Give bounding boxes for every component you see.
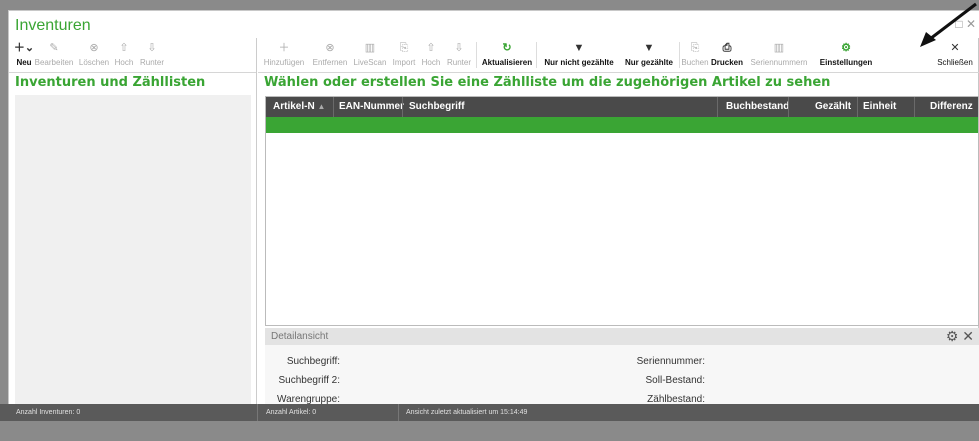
book-button[interactable]: ⎘ Buchen (681, 41, 709, 67)
close-icon[interactable]: ✕ (962, 328, 974, 344)
right-toolbar: ＋ Hinzufügen ⊗ Entfernen ▥ LiveScan ⎘ Im… (258, 38, 979, 73)
left-toolbar: ＋⌄ Neu ✎ Bearbeiten ⊗ Löschen ⇧ Hoch ⇩ R… (9, 38, 256, 73)
barcode-icon: ▥ (364, 42, 376, 54)
col-header-difference[interactable]: Differenz (930, 101, 973, 115)
status-inventory-count: Anzahl Inventuren: 0 (16, 409, 81, 416)
field-label-serial-number: Seriennummer: (636, 356, 705, 367)
barcode-icon: ▥ (773, 42, 785, 54)
detail-controls: ⚙ ✕ (946, 328, 974, 345)
printer-icon: ⎙ (722, 42, 732, 54)
up-button[interactable]: ⇧ Hoch (112, 41, 136, 67)
detail-title: Detailansicht (271, 331, 329, 342)
column-divider (402, 97, 403, 117)
col-header-article-number[interactable]: Artikel-N ▲ (273, 101, 325, 115)
refresh-button[interactable]: ↻ Aktualisieren (479, 41, 535, 67)
article-grid[interactable]: Artikel-N ▲ EAN-Nummer Suchbegriff Buchb… (265, 96, 979, 326)
col-header-unit[interactable]: Einheit (863, 101, 896, 115)
col-header-search-term[interactable]: Suchbegriff (409, 101, 465, 115)
print-button[interactable]: ⎙ Drucken (710, 41, 744, 67)
delete-icon: ⊗ (89, 42, 99, 54)
window-title: Inventuren (15, 17, 91, 34)
serial-numbers-button[interactable]: ▥ Seriennummern (746, 41, 812, 67)
refresh-icon: ↻ (502, 42, 512, 54)
right-pane: ＋ Hinzufügen ⊗ Entfernen ▥ LiveScan ⎘ Im… (258, 38, 979, 415)
import-icon: ⎘ (399, 42, 409, 54)
toolbar-divider (476, 42, 477, 68)
left-section-title: Inventuren und Zähllisten (15, 75, 206, 90)
sort-ascending-icon: ▲ (317, 102, 326, 111)
column-divider (717, 97, 718, 117)
gear-icon[interactable]: ⚙ (946, 328, 959, 344)
only-uncounted-button[interactable]: ▼ Nur nicht gezählte (539, 41, 619, 67)
col-header-ean[interactable]: EAN-Nummer (339, 101, 404, 115)
status-article-count: Anzahl Artikel: 0 (266, 409, 317, 416)
left-pane: ＋⌄ Neu ✎ Bearbeiten ⊗ Löschen ⇧ Hoch ⇩ R… (9, 38, 257, 417)
column-divider (914, 97, 915, 117)
toolbar-divider (536, 42, 537, 68)
arrow-up-icon: ⇧ (119, 42, 129, 54)
col-header-counted[interactable]: Gezählt (815, 101, 851, 115)
down-button[interactable]: ⇩ Runter (444, 41, 474, 67)
arrow-up-icon: ⇧ (426, 42, 436, 54)
remove-icon: ⊗ (325, 42, 335, 54)
up-button[interactable]: ⇧ Hoch (419, 41, 443, 67)
plus-icon: ＋ (278, 42, 290, 54)
gear-icon: ⚙ (841, 42, 851, 54)
column-divider (788, 97, 789, 117)
col-header-stock[interactable]: Buchbestand (726, 101, 789, 115)
detail-header: Detailansicht ⚙ ✕ (265, 328, 979, 345)
only-counted-button[interactable]: ▼ Nur gezählte (621, 41, 677, 67)
field-label-search-term-2: Suchbegriff 2: (278, 375, 340, 386)
import-button[interactable]: ⎘ Import (390, 41, 418, 67)
grid-header: Artikel-N ▲ EAN-Nummer Suchbegriff Buchb… (266, 97, 978, 117)
filter-icon: ▼ (643, 42, 655, 54)
arrow-down-icon: ⇩ (147, 42, 157, 54)
right-section-title: Wählen oder erstellen Sie eine Zählliste… (264, 75, 831, 90)
livescan-button[interactable]: ▥ LiveScan (352, 41, 388, 67)
remove-button[interactable]: ⊗ Entfernen (309, 41, 351, 67)
status-last-refresh: Ansicht zuletzt aktualisiert um 15:14:49 (406, 409, 528, 416)
table-row-selected[interactable] (266, 117, 978, 133)
annotation-arrow-icon (920, 2, 977, 47)
delete-button[interactable]: ⊗ Löschen (76, 41, 112, 67)
toolbar-divider (679, 42, 680, 68)
field-label-search-term: Suchbegriff: (286, 356, 340, 367)
detail-panel: Detailansicht ⚙ ✕ Suchbegriff: Suchbegri… (265, 328, 979, 415)
column-divider (333, 97, 334, 117)
bottom-strip (0, 421, 979, 441)
down-button[interactable]: ⇩ Runter (137, 41, 167, 67)
status-divider (398, 404, 399, 421)
status-divider (257, 404, 258, 421)
inventuren-window: Inventuren □ ✕ ＋⌄ Neu ✎ Bearbeiten ⊗ Lös… (8, 10, 979, 417)
filter-icon: ▼ (573, 42, 585, 54)
title-bar: Inventuren □ ✕ (9, 11, 979, 38)
settings-button[interactable]: ⚙ Einstellungen (814, 41, 878, 67)
inventory-list[interactable] (15, 95, 251, 417)
status-bar: Anzahl Inventuren: 0 Anzahl Artikel: 0 A… (0, 404, 979, 421)
edit-button[interactable]: ✎ Bearbeiten (31, 41, 77, 67)
column-divider (857, 97, 858, 117)
arrow-down-icon: ⇩ (454, 42, 464, 54)
edit-icon: ✎ (49, 42, 59, 54)
book-icon: ⎘ (690, 42, 700, 54)
field-label-target-stock: Soll-Bestand: (645, 375, 705, 386)
add-button[interactable]: ＋ Hinzufügen (260, 41, 308, 67)
